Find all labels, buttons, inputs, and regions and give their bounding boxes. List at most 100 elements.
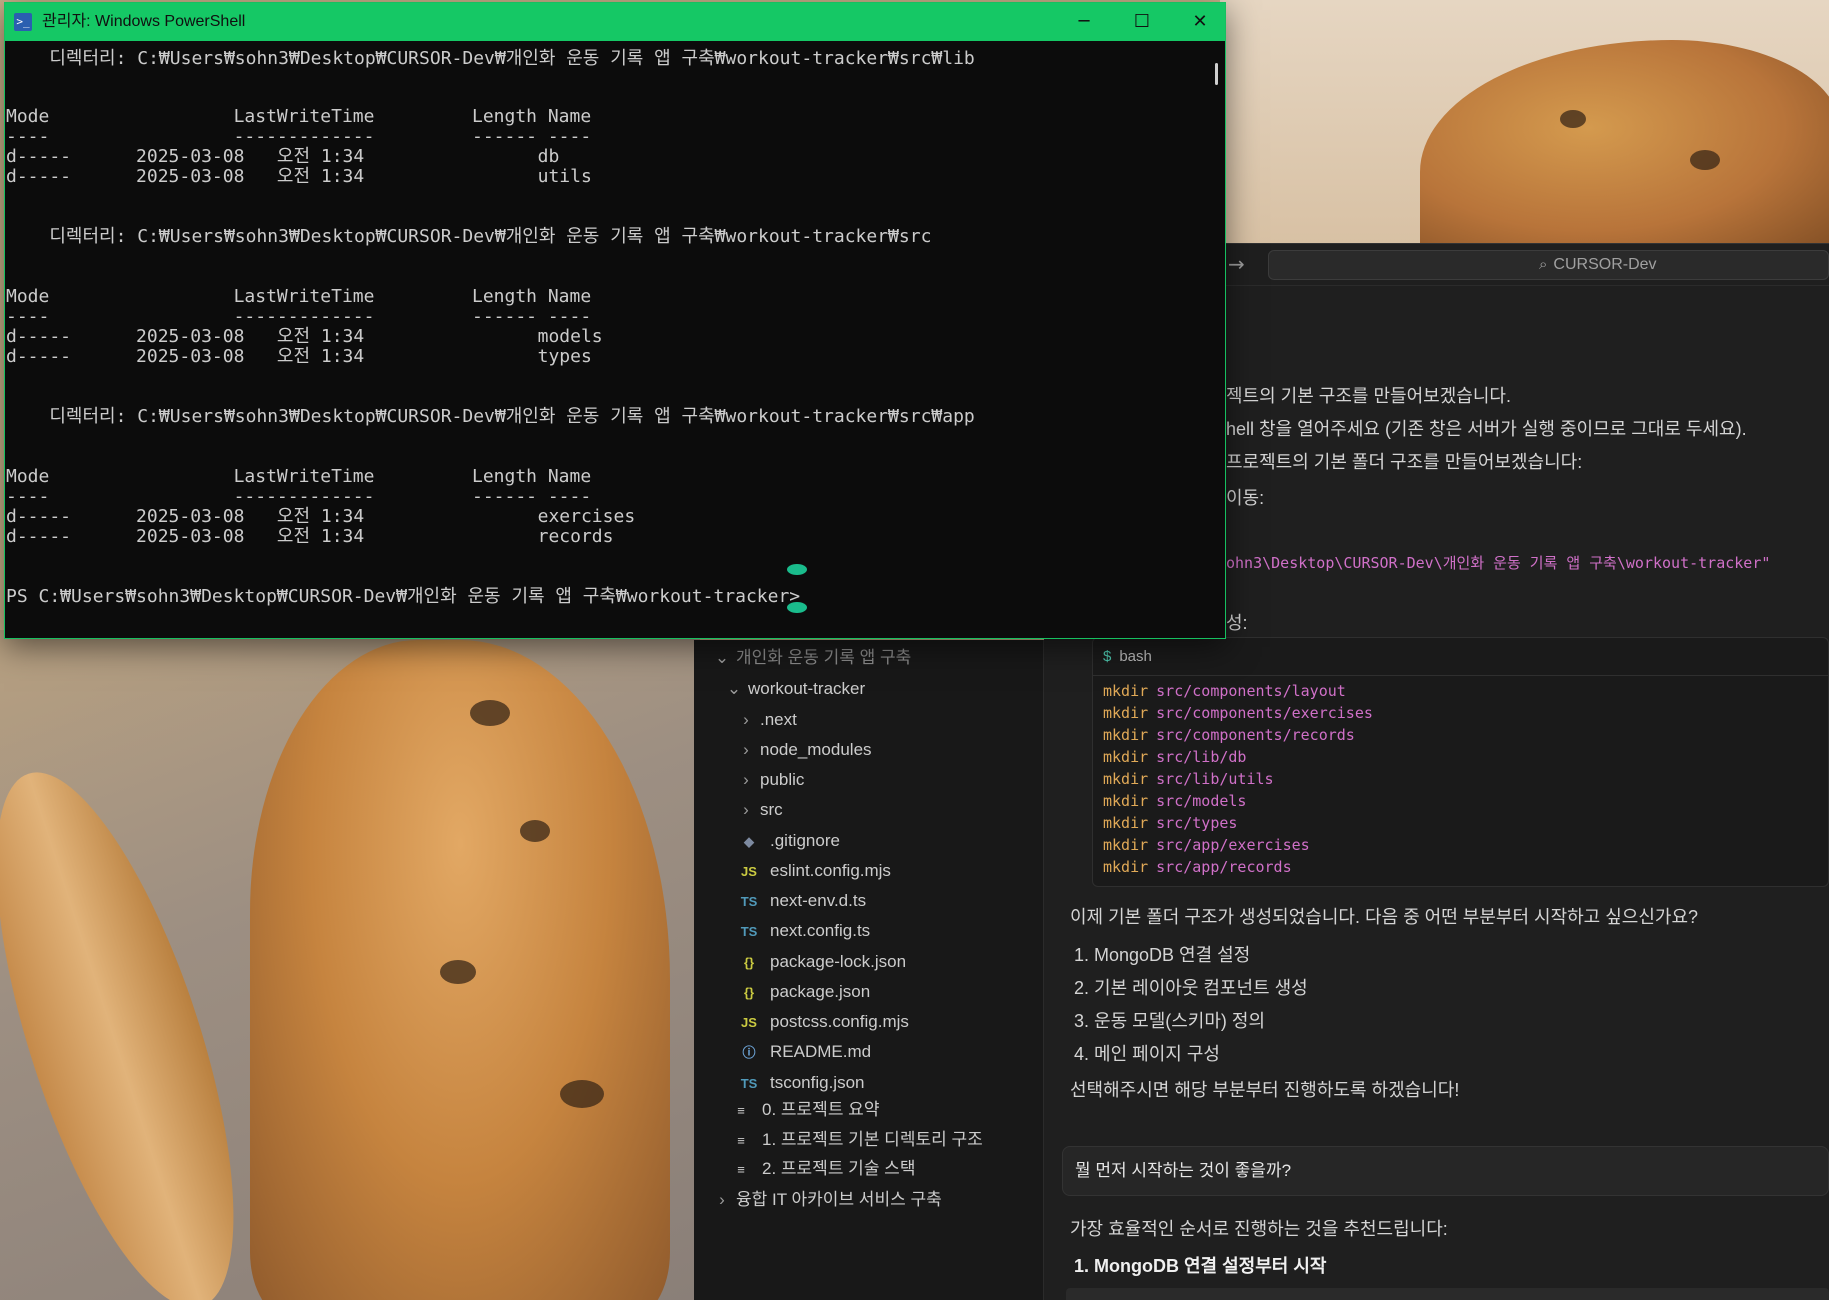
terminal-scrollbar[interactable] — [1207, 41, 1225, 638]
command-center-label: CURSOR-Dev — [1553, 256, 1657, 273]
forward-arrow-icon[interactable]: → — [1228, 252, 1245, 276]
chevron-right-icon: › — [743, 800, 749, 819]
chat-option-2: 2. 기본 레이아웃 컴포넌트 생성 — [1074, 978, 1308, 998]
code-lang-label: bash — [1119, 648, 1152, 665]
terminal-line: ---- ------------- ------ ---- — [6, 306, 592, 327]
explorer-item[interactable]: › .next — [738, 706, 797, 734]
code-command: mkdir — [1103, 770, 1149, 788]
explorer-item[interactable]: JS postcss.config.mjs — [738, 1008, 909, 1036]
explorer-item-label: 1. 프로젝트 기본 디렉토리 구조 — [762, 1130, 983, 1149]
scrollbar-thumb[interactable] — [1215, 63, 1218, 85]
explorer-item-label: node_modules — [760, 740, 872, 759]
user-message[interactable]: 뭘 먼저 시작하는 것이 좋을까? — [1062, 1146, 1829, 1196]
ts-file-icon: TS — [740, 894, 758, 909]
powershell-icon: >_ — [14, 13, 32, 31]
terminal-output[interactable]: 디렉터리: C:₩Users₩sohn3₩Desktop₩CURSOR-Dev₩… — [5, 41, 1205, 638]
cursor-titlebar: → ⌕ CURSOR-Dev — [1226, 244, 1829, 286]
json-file-icon: {} — [743, 985, 755, 1000]
code-path: src/lib/db — [1156, 748, 1247, 766]
chat-path-line: ohn3\Desktop\CURSOR-Dev\개인화 운동 기록 앱 구축\w… — [1226, 554, 1771, 572]
explorer-item[interactable]: ◆ .gitignore — [738, 827, 840, 855]
chevron-right-icon: › — [743, 710, 749, 729]
explorer-item[interactable]: {} package.json — [738, 978, 870, 1006]
reply-step-1: 1. MongoDB 연결 설정부터 시작 — [1074, 1256, 1327, 1276]
code-line: mkdir src/lib/db — [1093, 746, 1828, 768]
terminal-line: ---- ------------- ------ ---- — [6, 126, 592, 147]
wallpaper-spot — [560, 1080, 604, 1108]
explorer-item-label: public — [760, 770, 805, 789]
terminal-line: PS C:₩Users₩sohn3₩Desktop₩CURSOR-Dev₩개인화… — [6, 586, 801, 607]
file-explorer: ⌄ 개인화 운동 기록 앱 구축 ⌄ workout-tracker › .next › no… — [694, 640, 1044, 1300]
js-file-icon: JS — [741, 1015, 757, 1030]
code-command: mkdir — [1103, 858, 1149, 876]
powershell-window: >_ 관리자: Windows PowerShell ─ ☐ ✕ 디렉터리: C… — [4, 2, 1226, 639]
explorer-item[interactable]: TS next-env.d.ts — [738, 887, 866, 915]
explorer-item[interactable]: ≡ 2. 프로젝트 기술 스택 — [730, 1155, 915, 1183]
code-lines: mkdir src/components/layout mkdir src/compo… — [1093, 676, 1828, 878]
git-file-icon: ◆ — [744, 834, 754, 849]
explorer-item[interactable]: {} package-lock.json — [738, 948, 906, 976]
user-question-text: 뭘 먼저 시작하는 것이 좋을까? — [1075, 1161, 1292, 1180]
code-line: mkdir src/app/exercises — [1093, 834, 1828, 856]
close-button[interactable]: ✕ — [1171, 3, 1229, 41]
terminal-line: d----- 2025-03-08 오전 1:34 db — [6, 146, 560, 167]
wallpaper-spot — [1690, 150, 1720, 170]
explorer-item-label: next-env.d.ts — [770, 891, 867, 910]
explorer-item[interactable]: ⓘ README.md — [738, 1038, 871, 1066]
explorer-item-label: 융합 IT 아카이브 서비스 구축 — [736, 1190, 942, 1209]
powershell-titlebar[interactable]: >_ 관리자: Windows PowerShell ─ ☐ ✕ — [5, 3, 1225, 41]
explorer-item[interactable]: ⌄ 개인화 운동 기록 앱 구축 — [714, 644, 911, 672]
explorer-item[interactable]: JS eslint.config.mjs — [738, 857, 891, 885]
explorer-item[interactable]: ≡ 0. 프로젝트 요약 — [730, 1096, 879, 1124]
terminal-line: 디렉터리: C:₩Users₩sohn3₩Desktop₩CURSOR-Dev₩… — [6, 226, 932, 247]
explorer-item[interactable]: › 융합 IT 아카이브 서비스 구축 — [714, 1186, 942, 1214]
explorer-item[interactable]: ⌄ workout-tracker — [726, 675, 865, 703]
doc-file-icon: ≡ — [737, 1162, 745, 1177]
explorer-item[interactable]: › src — [738, 796, 783, 824]
explorer-item[interactable]: TS tsconfig.json — [738, 1069, 865, 1097]
code-block: $ bash mkdir src/components/layout mkdir src… — [1092, 637, 1829, 887]
chat-option-4: 4. 메인 페이지 구성 — [1074, 1044, 1220, 1064]
explorer-item[interactable]: TS next.config.ts — [738, 917, 870, 945]
terminal-line: Mode LastWriteTime Length Name — [6, 286, 592, 307]
code-path: src/components/records — [1156, 726, 1355, 744]
terminal-line: d----- 2025-03-08 오전 1:34 models — [6, 326, 603, 347]
minimize-button[interactable]: ─ — [1055, 3, 1113, 41]
chat-partial-line-1: 젝트의 기본 구조를 만들어보겠습니다. — [1226, 386, 1511, 406]
code-path: src/components/layout — [1156, 682, 1346, 700]
code-command: mkdir — [1103, 836, 1149, 854]
chat-option-3: 3. 운동 모델(스키마) 정의 — [1074, 1011, 1266, 1031]
terminal-line: 디렉터리: C:₩Users₩sohn3₩Desktop₩CURSOR-Dev₩… — [6, 406, 975, 427]
code-line: mkdir src/components/exercises — [1093, 702, 1828, 724]
terminal-line: d----- 2025-03-08 오전 1:34 records — [6, 526, 614, 547]
explorer-item-label: eslint.config.mjs — [770, 861, 891, 880]
chevron-down-icon: ⌄ — [726, 679, 742, 698]
explorer-item[interactable]: ≡ 1. 프로젝트 기본 디렉토리 구조 — [730, 1126, 983, 1154]
code-path: src/types — [1156, 814, 1238, 832]
code-line: mkdir src/lib/utils — [1093, 768, 1828, 790]
terminal-line: ---- ------------- ------ ---- — [6, 486, 592, 507]
edited-files-bar[interactable] — [1066, 1288, 1829, 1300]
code-line: mkdir src/types — [1093, 812, 1828, 834]
text-cursor-bottom — [787, 602, 807, 613]
code-command: mkdir — [1103, 704, 1149, 722]
explorer-item-label: src — [760, 800, 783, 819]
terminal-icon: $ — [1103, 648, 1112, 665]
explorer-item-label: README.md — [770, 1042, 872, 1061]
doc-file-icon: ≡ — [737, 1133, 745, 1148]
terminal-line: Mode LastWriteTime Length Name — [6, 106, 592, 127]
search-icon: ⌕ — [1539, 256, 1548, 273]
explorer-item-label: 2. 프로젝트 기술 스택 — [762, 1159, 916, 1178]
explorer-item[interactable]: › node_modules — [738, 736, 872, 764]
explorer-item-label: .gitignore — [770, 831, 840, 850]
chat-option-1: 1. MongoDB 연결 설정 — [1074, 945, 1251, 965]
explorer-item-label: next.config.ts — [770, 921, 871, 940]
maximize-button[interactable]: ☐ — [1113, 3, 1171, 41]
code-line: mkdir src/components/layout — [1093, 680, 1828, 702]
explorer-item[interactable]: › public — [738, 766, 804, 794]
wallpaper-spot — [520, 820, 550, 842]
command-center-search[interactable]: ⌕ CURSOR-Dev — [1268, 250, 1829, 280]
chat-partial-line-3: 프로젝트의 기본 폴더 구조를 만들어보겠습니다: — [1226, 452, 1583, 472]
code-block-header: $ bash — [1093, 638, 1828, 676]
ts-file-icon: TS — [740, 1076, 758, 1091]
